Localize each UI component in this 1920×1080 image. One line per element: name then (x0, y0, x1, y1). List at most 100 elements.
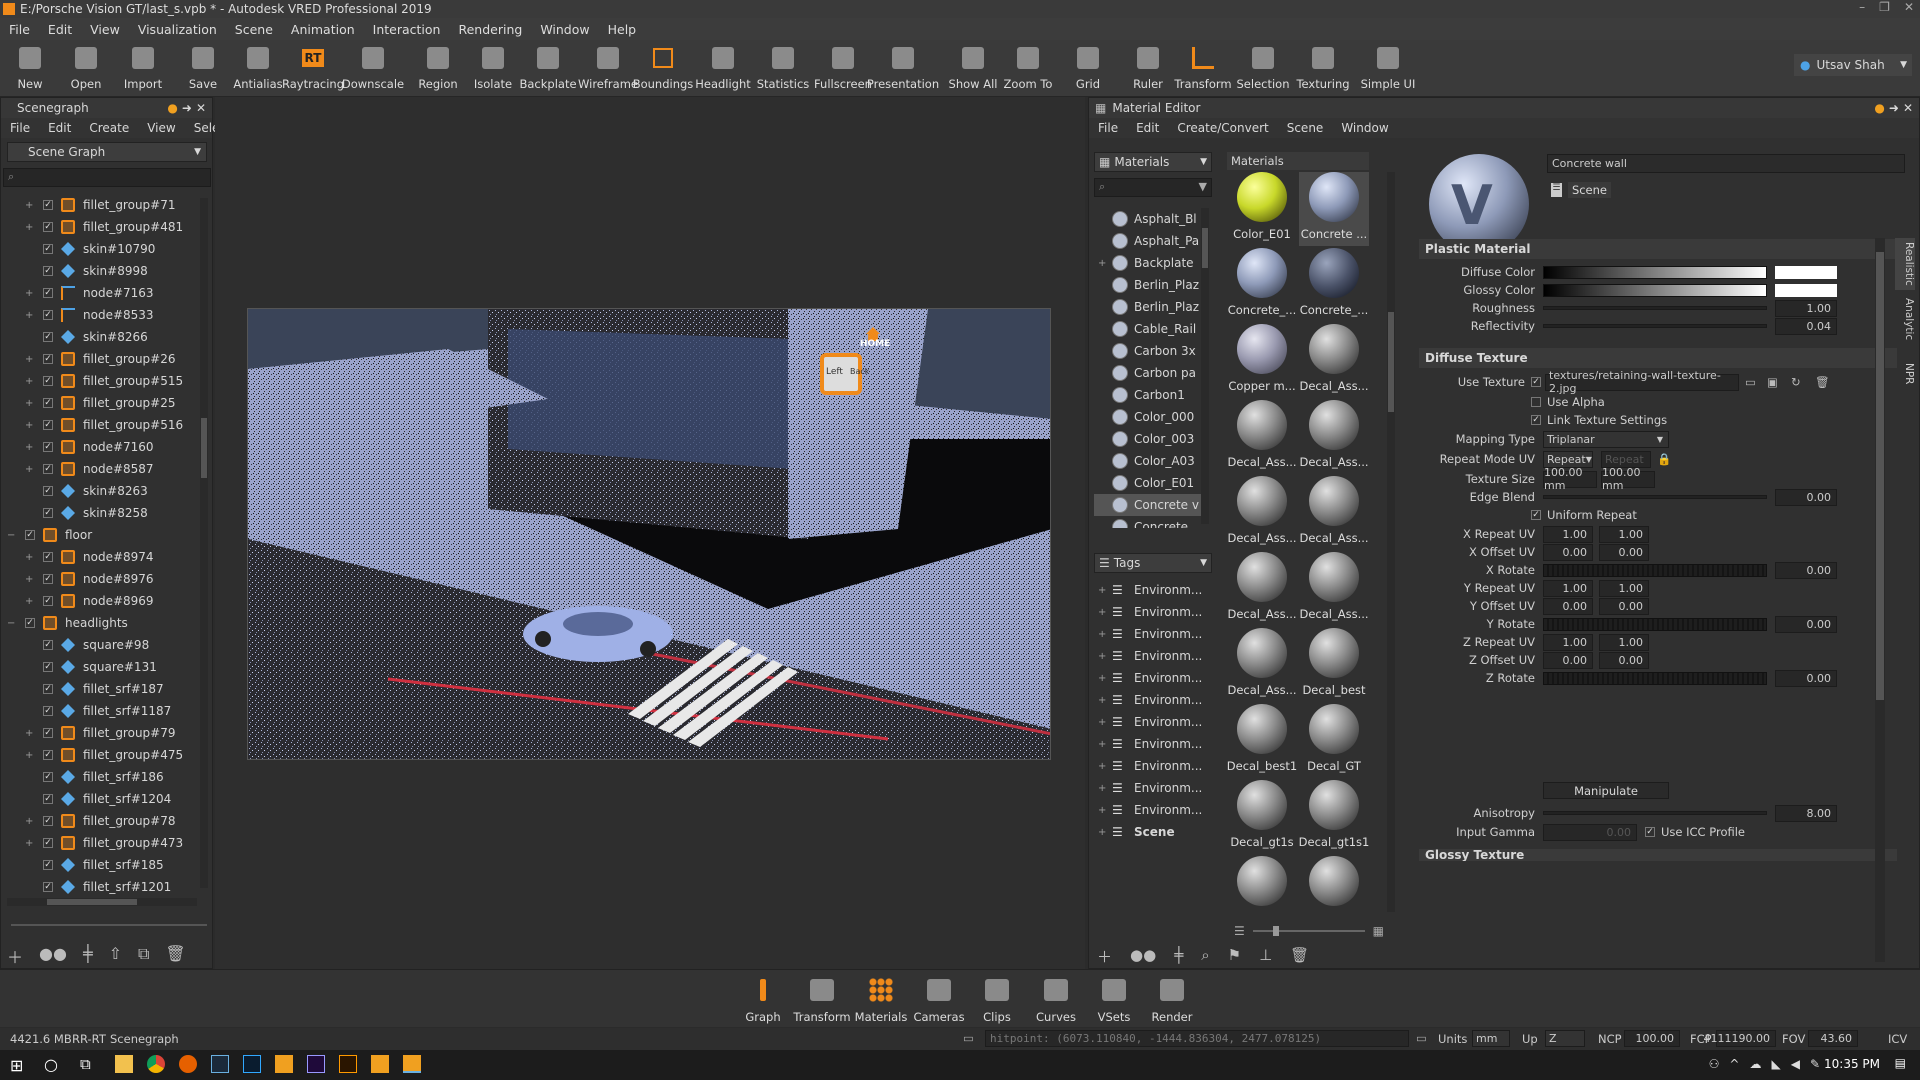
tree-item[interactable]: + ✓ fillet_group#26 (1, 348, 201, 370)
toolbar-grid-button[interactable]: Grid (1060, 44, 1116, 96)
toolbar-region-button[interactable]: Region (410, 44, 466, 96)
use-alpha-checkbox[interactable] (1531, 397, 1541, 407)
toolbar-show-all-button[interactable]: Show All (945, 44, 1001, 96)
search-icon[interactable]: ○ (44, 1055, 58, 1074)
expand-icon[interactable]: + (1098, 827, 1106, 838)
roughness-field[interactable]: 1.00 (1775, 299, 1837, 317)
toolbar-save-button[interactable]: Save (175, 44, 231, 96)
toolbar-downscale-button[interactable]: Downscale (342, 44, 404, 96)
toolbar-zoom-to-button[interactable]: Zoom To (1000, 44, 1056, 96)
me-menu-create-convert[interactable]: Create/Convert (1168, 121, 1277, 135)
notifications-icon[interactable]: ▤ (1895, 1056, 1906, 1070)
expand-icon[interactable]: − (7, 530, 15, 541)
tag-list-item[interactable]: + ☰ Environm... (1094, 689, 1204, 711)
menu-visualization[interactable]: Visualization (129, 22, 226, 37)
expand-icon[interactable]: + (1098, 629, 1106, 640)
render-view[interactable]: HOME Left Back (247, 308, 1051, 760)
glossy-color-slider[interactable] (1543, 283, 1767, 297)
material-list-item[interactable]: Asphalt_Bl (1094, 208, 1204, 230)
tree-item[interactable]: ✓ skin#10790 (1, 238, 201, 260)
tag-list-item[interactable]: + ☰ Environm... (1094, 777, 1204, 799)
delete-texture-icon[interactable]: 🗑 (1815, 375, 1830, 389)
expand-icon[interactable]: + (25, 574, 33, 585)
user-menu[interactable]: ● Utsav Shah ▼ (1794, 54, 1912, 76)
tree-item[interactable]: ✓ square#98 (1, 634, 201, 656)
tree-item[interactable]: + ✓ fillet_group#79 (1, 722, 201, 744)
material-thumbnail[interactable] (1227, 856, 1297, 912)
tree-item[interactable]: + ✓ fillet_group#481 (1, 216, 201, 238)
toolbar-fullscreen-button[interactable]: Fullscreen (814, 44, 872, 96)
material-thumbnail[interactable]: Decal_Ass... (1299, 400, 1369, 474)
menu-interaction[interactable]: Interaction (364, 22, 450, 37)
photoshop-icon[interactable] (243, 1055, 261, 1073)
cube-back-face[interactable]: Back (850, 367, 869, 376)
after-effects-icon[interactable] (307, 1055, 325, 1073)
illustrator-icon[interactable] (339, 1055, 357, 1073)
rotate-slider[interactable] (1543, 617, 1767, 631)
tag-list-item[interactable]: + ☰ Environm... (1094, 667, 1204, 689)
expand-icon[interactable]: + (1098, 258, 1106, 269)
menu-file[interactable]: File (0, 22, 39, 37)
close-panel-icon[interactable]: ✕ (196, 101, 206, 115)
v-value-field[interactable]: 1.00 (1599, 579, 1649, 597)
toolbar-ruler-button[interactable]: Ruler (1120, 44, 1176, 96)
minimize-icon[interactable]: – (1859, 0, 1865, 14)
tree-item[interactable]: + ✓ fillet_group#475 (1, 744, 201, 766)
visibility-checkbox[interactable]: ✓ (25, 530, 35, 540)
visibility-checkbox[interactable]: ✓ (43, 728, 53, 738)
toolbar-presentation-button[interactable]: Presentation (867, 44, 939, 96)
tree-item[interactable]: ✓ skin#8263 (1, 480, 201, 502)
diffuse-texture-header[interactable]: Diffuse Texture (1419, 348, 1897, 368)
expand-icon[interactable]: + (1098, 651, 1106, 662)
material-thumbnail[interactable]: Decal_Ass... (1227, 476, 1297, 550)
tree-item[interactable]: + ✓ node#7160 (1, 436, 201, 458)
expand-icon[interactable]: + (1098, 739, 1106, 750)
tree-item[interactable]: + ✓ fillet_group#71 (1, 194, 201, 216)
material-list-item[interactable]: Concrete (1094, 516, 1204, 528)
menu-rendering[interactable]: Rendering (449, 22, 531, 37)
tag-list-item[interactable]: + ☰ Environm... (1094, 733, 1204, 755)
move-icon[interactable]: ⇧ (109, 944, 122, 966)
edge-blend-field[interactable]: 0.00 (1775, 488, 1837, 506)
v-value-field[interactable]: 1.00 (1599, 633, 1649, 651)
rotate-slider[interactable] (1543, 563, 1767, 577)
chevron-up-icon[interactable]: ^ (1729, 1057, 1739, 1071)
apply-icon[interactable]: ⊥ (1259, 946, 1272, 968)
module-transform-button[interactable]: Transform (793, 976, 851, 1024)
menu-animation[interactable]: Animation (282, 22, 364, 37)
visibility-checkbox[interactable]: ✓ (43, 244, 53, 254)
save-texture-icon[interactable]: ▣ (1767, 375, 1778, 389)
fcp-field[interactable]: 4111190.00 (1704, 1030, 1776, 1047)
toolbar-statistics-button[interactable]: Statistics (755, 44, 811, 96)
close-panel-icon[interactable]: ✕ (1903, 101, 1913, 115)
material-list-item[interactable]: Carbon pa (1094, 362, 1204, 384)
vred-icon[interactable] (371, 1055, 389, 1073)
material-thumbnail[interactable]: Concrete_... (1227, 248, 1297, 322)
module-curves-button[interactable]: Curves (1028, 976, 1084, 1024)
add-material-icon[interactable]: ＋ (1097, 946, 1112, 968)
u-value-field[interactable]: 0.00 (1543, 597, 1593, 615)
expand-icon[interactable]: + (25, 398, 33, 409)
terminal-icon[interactable]: ▭ (963, 1031, 974, 1045)
hierarchy-icon[interactable]: ╪ (83, 944, 93, 966)
module-materials-button[interactable]: Materials (853, 976, 909, 1024)
find-icon[interactable]: ⌕ (1201, 946, 1209, 968)
tag-list-item[interactable]: + ☰ Scene (1094, 821, 1204, 843)
me-menu-window[interactable]: Window (1332, 121, 1397, 135)
tree-item[interactable]: + ✓ node#8587 (1, 458, 201, 480)
link-settings-checkbox[interactable]: ✓ (1531, 415, 1541, 425)
chrome-icon[interactable] (147, 1055, 165, 1073)
copy-icon[interactable]: ⧉ (138, 944, 149, 966)
tree-item[interactable]: + ✓ node#8976 (1, 568, 201, 590)
expand-icon[interactable]: + (1098, 585, 1106, 596)
add-icon[interactable]: ＋ (7, 944, 23, 967)
toolbar-raytracing-button[interactable]: RT Raytracing (282, 44, 344, 96)
expand-icon[interactable]: + (1098, 761, 1106, 772)
pin-icon[interactable]: ● (1874, 101, 1884, 115)
diffuse-color-swatch[interactable] (1775, 265, 1837, 279)
tree-item[interactable]: ✓ fillet_srf#1204 (1, 788, 201, 810)
autodesk-icon[interactable] (275, 1055, 293, 1073)
toolbar-open-button[interactable]: Open (58, 44, 114, 96)
side-tab-analytic[interactable]: Analytic (1895, 293, 1915, 345)
materials-search[interactable]: ⌕ ▼ (1094, 178, 1212, 197)
